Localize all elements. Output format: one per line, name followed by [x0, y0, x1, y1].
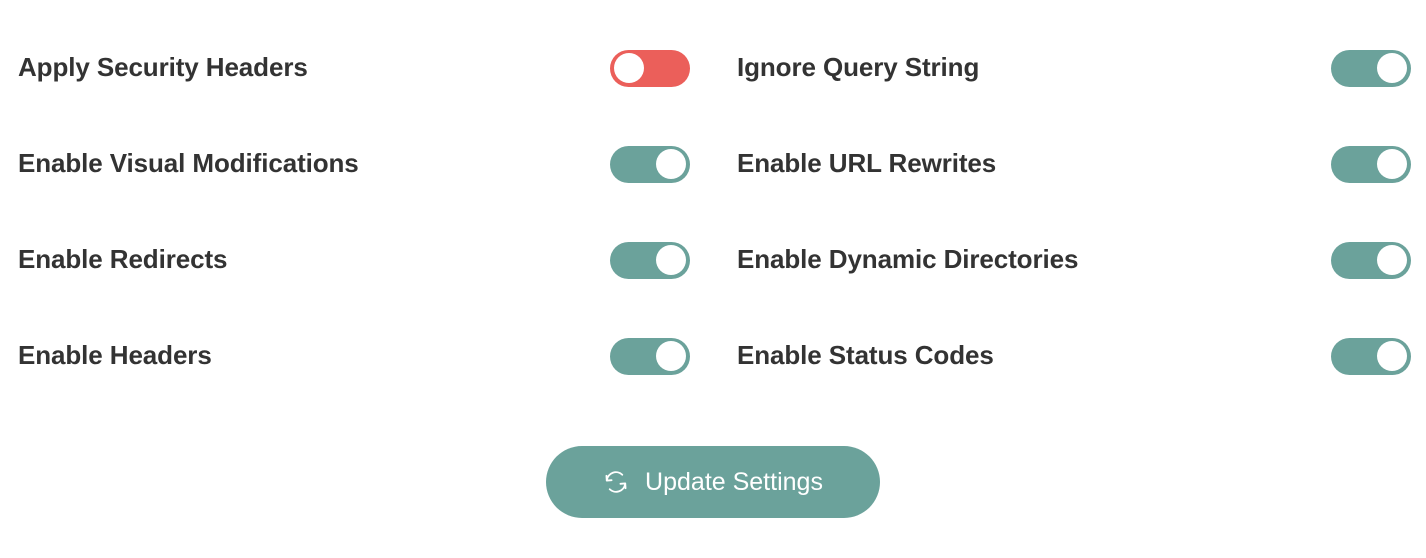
toggle-enable-dynamic-directories[interactable]	[1331, 241, 1411, 279]
update-settings-button-label: Update Settings	[645, 467, 823, 496]
refresh-icon	[603, 469, 629, 495]
toggle-knob	[1377, 53, 1407, 83]
setting-label-ignore-query-string: Ignore Query String	[737, 52, 980, 83]
toggle-knob	[1377, 149, 1407, 179]
setting-label-enable-redirects: Enable Redirects	[18, 244, 228, 275]
toggle-knob	[656, 149, 686, 179]
toggle-apply-security-headers[interactable]	[610, 49, 690, 87]
settings-panel: Apply Security Headers Ignore Query Stri…	[0, 0, 1426, 558]
toggle-enable-headers[interactable]	[610, 337, 690, 375]
setting-row: Enable URL Rewrites	[713, 116, 1426, 212]
setting-row: Ignore Query String	[713, 20, 1426, 116]
setting-label-enable-url-rewrites: Enable URL Rewrites	[737, 148, 997, 179]
toggle-knob	[614, 53, 644, 83]
setting-label-apply-security-headers: Apply Security Headers	[18, 52, 308, 83]
update-settings-button-row: Update Settings	[0, 446, 1426, 518]
setting-row: Enable Visual Modifications	[0, 116, 713, 212]
toggle-knob	[656, 341, 686, 371]
setting-row: Enable Dynamic Directories	[713, 212, 1426, 308]
settings-grid: Apply Security Headers Ignore Query Stri…	[0, 20, 1426, 404]
toggle-ignore-query-string[interactable]	[1331, 49, 1411, 87]
update-settings-button[interactable]: Update Settings	[546, 446, 880, 518]
setting-row: Enable Redirects	[0, 212, 713, 308]
toggle-enable-url-rewrites[interactable]	[1331, 145, 1411, 183]
setting-label-enable-headers: Enable Headers	[18, 340, 212, 371]
toggle-enable-visual-modifications[interactable]	[610, 145, 690, 183]
setting-label-enable-dynamic-directories: Enable Dynamic Directories	[737, 244, 1079, 275]
toggle-knob	[1377, 245, 1407, 275]
setting-row: Apply Security Headers	[0, 20, 713, 116]
toggle-enable-status-codes[interactable]	[1331, 337, 1411, 375]
setting-row: Enable Status Codes	[713, 308, 1426, 404]
setting-label-enable-status-codes: Enable Status Codes	[737, 340, 994, 371]
toggle-knob	[1377, 341, 1407, 371]
setting-row: Enable Headers	[0, 308, 713, 404]
toggle-knob	[656, 245, 686, 275]
setting-label-enable-visual-modifications: Enable Visual Modifications	[18, 148, 359, 179]
toggle-enable-redirects[interactable]	[610, 241, 690, 279]
